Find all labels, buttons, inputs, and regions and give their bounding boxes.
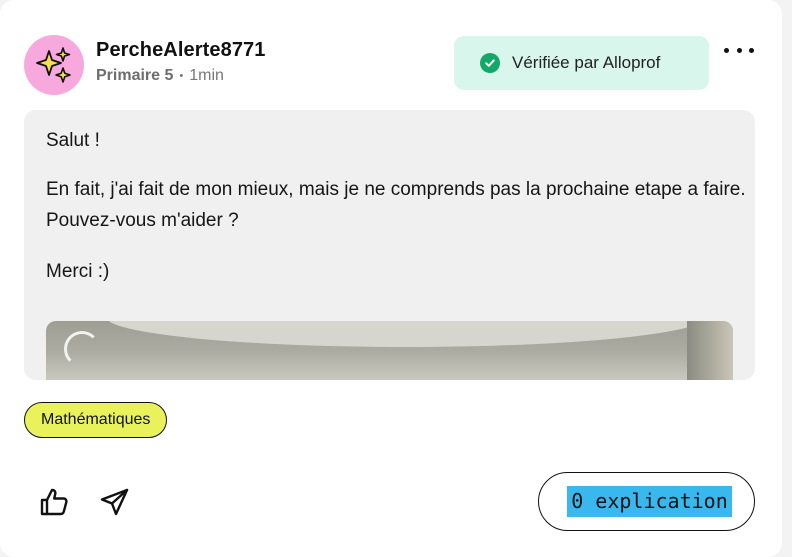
verified-label: Vérifiée par Alloprof: [512, 53, 661, 72]
question-body: Salut ! En fait, j'ai fait de mon mieux,…: [24, 110, 755, 380]
meta-separator: •: [179, 70, 184, 82]
verified-badge: Vérifiée par Alloprof: [454, 36, 709, 90]
share-button[interactable]: [99, 486, 131, 518]
more-horizontal-icon[interactable]: [724, 40, 754, 60]
post-meta: Primaire 5 • 1min: [96, 67, 224, 85]
body-paragraph: En fait, j'ai fait de mon mieux, mais je…: [46, 179, 746, 231]
body-paragraph: Salut !: [46, 130, 100, 151]
avatar[interactable]: [24, 35, 84, 95]
sparkles-icon: [36, 47, 71, 83]
explanations-button[interactable]: 0 explication: [538, 472, 755, 531]
post-time: 1min: [189, 67, 224, 84]
attached-photo[interactable]: [46, 321, 733, 380]
author-username[interactable]: PercheAlerte8771: [96, 39, 266, 62]
author-grade: Primaire 5: [96, 67, 174, 84]
check-circle-icon: [480, 53, 500, 73]
thumbs-up-icon: [40, 488, 68, 516]
like-button[interactable]: [38, 486, 70, 518]
explanations-count-label: 0 explication: [567, 486, 732, 517]
body-paragraph: Merci :): [46, 261, 110, 282]
subject-tag[interactable]: Mathématiques: [24, 402, 168, 438]
question-card: PercheAlerte8771 Primaire 5 • 1min Vérif…: [0, 0, 782, 557]
send-icon: [100, 488, 129, 516]
